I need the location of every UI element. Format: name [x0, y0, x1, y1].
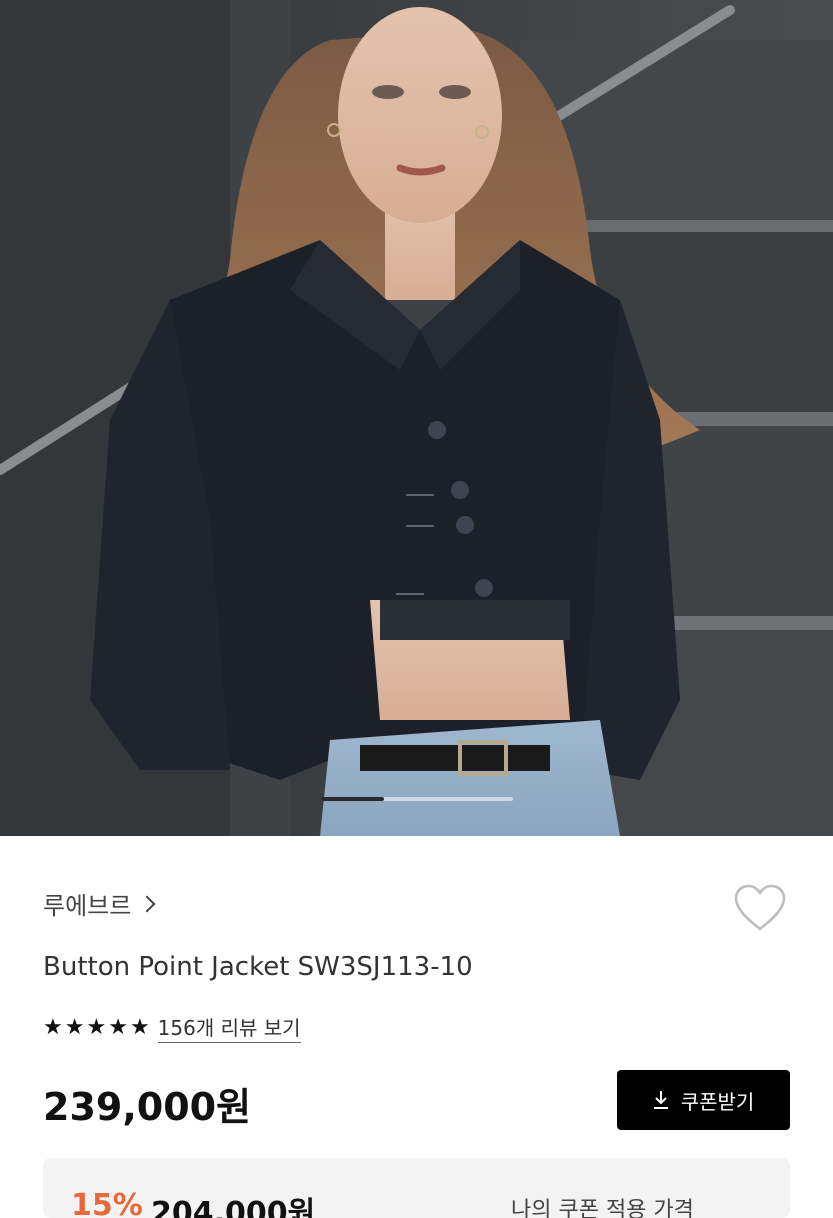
carousel-indicator: [321, 797, 513, 801]
product-price: 239,000원: [43, 1085, 252, 1129]
carousel-indicator-active: [321, 797, 384, 801]
rating-stars: ★ ★ ★ ★ ★: [43, 1014, 150, 1040]
chevron-right-icon: [138, 895, 156, 913]
sale-price: 204,000원: [151, 1196, 316, 1218]
brand-name: 루에브르: [43, 892, 132, 920]
product-photo: [0, 0, 833, 836]
star-icon: ★: [43, 1014, 63, 1040]
coupon-price-note: 나의 쿠폰 적용 가격: [511, 1198, 694, 1218]
star-icon: ★: [129, 1014, 150, 1040]
product-title: Button Point Jacket SW3SJ113-10: [43, 952, 473, 982]
heart-icon[interactable]: [733, 883, 787, 933]
brand-link[interactable]: 루에브르: [43, 886, 156, 921]
star-icon: ★: [86, 1014, 107, 1040]
rating-row: ★ ★ ★ ★ ★ 156개 리뷰 보기: [43, 1012, 301, 1043]
product-image[interactable]: [0, 0, 833, 836]
star-icon: ★: [64, 1014, 85, 1040]
discount-percent: 15%: [71, 1188, 143, 1218]
coupon-label: 쿠폰받기: [680, 1089, 755, 1114]
star-icon: ★: [108, 1014, 128, 1040]
coupon-button[interactable]: 쿠폰받기: [617, 1070, 790, 1130]
coupon-price-box: 15% 204,000원 나의 쿠폰 적용 가격: [43, 1158, 790, 1218]
review-link[interactable]: 156개 리뷰 보기: [157, 1012, 301, 1043]
download-icon: [653, 1091, 668, 1109]
